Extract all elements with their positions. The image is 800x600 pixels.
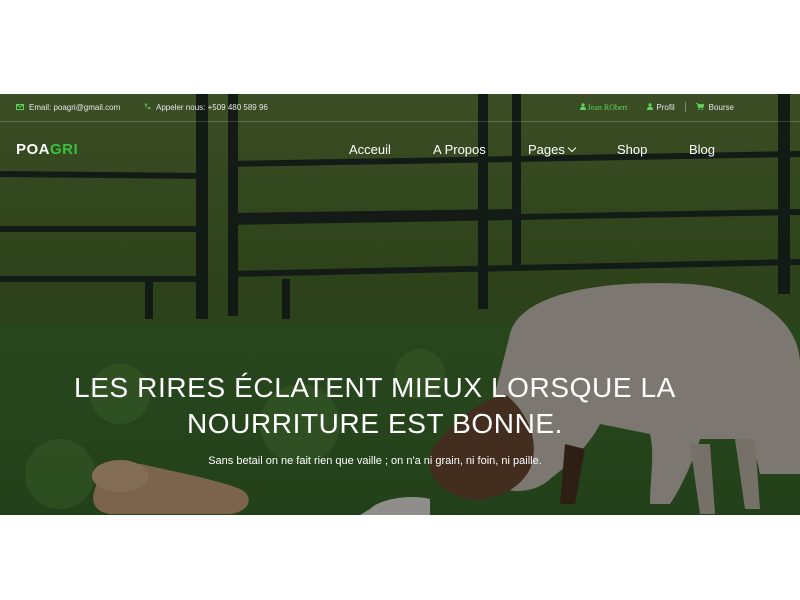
account-links: Jean RObert Profil Bourse [579, 102, 734, 112]
contact-phone[interactable]: Appeler nous: +509 480 589 96 [144, 103, 268, 112]
nav-item-a-propos[interactable]: A Propos [433, 142, 486, 157]
hero-headline: LES RIRES ÉCLATENT MIEUX LORSQUE LA NOUR… [0, 370, 750, 442]
hero-headline-line1: LES RIRES ÉCLATENT MIEUX LORSQUE LA [74, 372, 676, 403]
contact-phone-text: Appeler nous: +509 480 589 96 [156, 103, 268, 112]
profile-link[interactable]: Profil [647, 102, 675, 112]
profile-label: Profil [656, 102, 675, 112]
contact-email[interactable]: Email: poagri@gmail.com [16, 103, 120, 112]
top-bar: Email: poagri@gmail.com Appeler nous: +5… [0, 94, 800, 122]
nav-item-shop[interactable]: Shop [617, 142, 647, 157]
hero-subtitle: Sans betail on ne fait rien que vaille ;… [208, 455, 542, 467]
chevron-down-icon [567, 143, 577, 153]
bourse-label: Bourse [708, 102, 734, 112]
nav-item-acceuil[interactable]: Acceuil [349, 142, 391, 157]
nav-item-pages-label: Pages [528, 142, 565, 157]
envelope-icon [16, 103, 24, 112]
cart-icon [695, 102, 704, 112]
nav-item-pages[interactable]: Pages [528, 142, 577, 157]
nav-item-blog[interactable]: Blog [689, 142, 715, 157]
main-nav: Acceuil A Propos Pages Shop Blog [0, 142, 800, 162]
user-icon [579, 102, 586, 112]
user-icon [647, 102, 654, 112]
user-account-link[interactable]: Jean RObert [579, 102, 628, 112]
user-name: Jean RObert [587, 102, 628, 112]
bourse-link[interactable]: Bourse [695, 102, 734, 112]
phone-icon [144, 103, 151, 112]
hero-section: Email: poagri@gmail.com Appeler nous: +5… [0, 94, 800, 515]
hero-headline-line2: NOURRITURE EST BONNE. [186, 408, 564, 439]
page: Email: poagri@gmail.com Appeler nous: +5… [0, 0, 800, 600]
divider [684, 102, 686, 112]
contact-email-text: Email: poagri@gmail.com [29, 103, 121, 112]
